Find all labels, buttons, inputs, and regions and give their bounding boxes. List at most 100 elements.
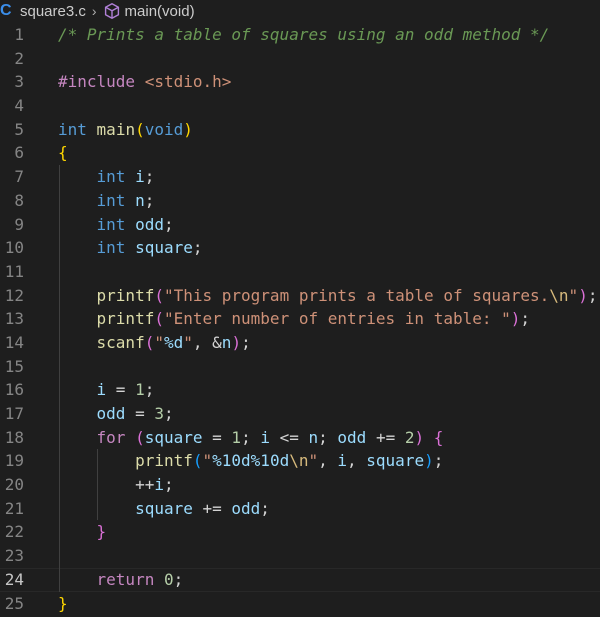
code-text: #include <stdio.h> (58, 70, 231, 94)
code-token: ; (520, 309, 531, 329)
breadcrumb-symbol[interactable]: main(void) (125, 3, 195, 20)
code-token: ) (183, 119, 193, 139)
code-token: ( (144, 332, 155, 352)
code-line[interactable]: 19 printf("%10d%10d\n", i, square); (0, 449, 600, 474)
code-token: i (260, 427, 270, 447)
code-token: i (96, 380, 107, 400)
breadcrumb-file[interactable]: square3.c (20, 3, 86, 20)
code-token: ( (154, 285, 164, 305)
code-line[interactable]: 18 for (square = 1; i <= n; odd += 2) { (0, 425, 600, 450)
line-number: 8 (14, 190, 24, 210)
code-text: i = 1; (58, 378, 155, 402)
line-number: 12 (4, 285, 24, 305)
code-line[interactable]: 17 odd = 3; (0, 402, 600, 426)
code-token: square (135, 498, 193, 518)
code-token: ) (231, 332, 242, 352)
cube-icon (103, 2, 121, 20)
code-token: = (106, 380, 136, 400)
code-line[interactable]: 11 (0, 259, 600, 284)
code-token: i (154, 475, 164, 495)
code-token: <stdio.h> (144, 72, 232, 92)
line-number: 1 (14, 25, 24, 44)
code-text: int i; (58, 165, 155, 189)
code-token: ; (241, 332, 251, 352)
code-line[interactable]: 8 int n; (0, 188, 600, 213)
code-text: { (58, 141, 68, 165)
code-token: & (212, 332, 222, 352)
code-token: return (96, 569, 155, 589)
code-token: = (202, 427, 232, 447)
code-token: <= (269, 427, 309, 447)
code-token: " (568, 285, 579, 305)
code-text: int odd; (58, 213, 174, 237)
line-number: 24 (4, 569, 24, 589)
code-line[interactable]: 14 scanf("%d", &n); (0, 330, 600, 355)
code-token: 1 (135, 380, 145, 400)
code-token: printf (96, 285, 155, 305)
code-token: n (308, 427, 319, 447)
code-line[interactable]: 9 int odd; (0, 212, 600, 237)
code-token: n (135, 190, 145, 210)
code-token: \n (549, 285, 569, 305)
code-line[interactable]: 20 ++i; (0, 473, 600, 497)
code-token: { (433, 427, 444, 447)
code-line[interactable]: 6{ (0, 141, 600, 165)
code-line[interactable]: 3 #include <stdio.h> (0, 70, 600, 94)
code-line[interactable]: 7 int i; (0, 165, 600, 189)
code-token: void (144, 119, 184, 139)
code-token: { (58, 143, 68, 163)
code-text: return 0; (58, 568, 184, 592)
code-line[interactable]: 24 return 0; (0, 567, 600, 592)
code-token: , (192, 332, 213, 352)
line-number: 20 (4, 475, 24, 495)
code-token: ; (260, 498, 270, 518)
code-line[interactable]: 21 square += odd; (0, 496, 600, 521)
code-token: ; (163, 214, 174, 234)
code-line[interactable]: 16 i = 1; (0, 378, 600, 402)
code-token: int (96, 190, 126, 210)
c-language-icon: C (0, 2, 12, 19)
code-token: odd (337, 427, 367, 447)
code-text: } (58, 520, 107, 544)
code-line[interactable]: 25} (0, 592, 600, 616)
code-text: int n; (58, 189, 155, 213)
code-token: ; (433, 451, 444, 471)
code-token: ( (192, 451, 203, 471)
line-number: 11 (4, 261, 24, 281)
code-line[interactable]: 4 (0, 94, 600, 118)
code-token: , (347, 451, 367, 471)
code-text: for (square = 1; i <= n; odd += 2) { (58, 426, 444, 450)
code-editor[interactable]: 1 /* Prints a table of squares using an o… (0, 23, 600, 615)
code-line[interactable]: 15 (0, 354, 600, 379)
code-line[interactable]: 13 printf("Enter number of entries in ta… (0, 307, 600, 331)
code-text: scanf("%d", &n); (58, 331, 251, 355)
code-line[interactable]: 2 (0, 47, 600, 71)
code-token: i (135, 167, 145, 187)
line-number: 9 (14, 214, 24, 234)
code-token: ; (144, 167, 155, 187)
breadcrumb: C square3.c › main(void) (0, 0, 600, 22)
code-token: ( (154, 309, 164, 329)
code-line[interactable]: 5 int main(void) (0, 118, 600, 142)
code-token: 0 (163, 569, 174, 589)
line-number: 25 (4, 593, 24, 613)
code-line[interactable]: 10 int square; (0, 236, 600, 260)
code-line[interactable]: 23 (0, 544, 600, 568)
line-number: 14 (4, 332, 24, 352)
code-line[interactable]: 1 /* Prints a table of squares using an o… (0, 23, 600, 47)
code-line[interactable]: 22 } (0, 520, 600, 545)
code-token: += (192, 498, 232, 518)
code-line[interactable]: 12 printf("This program prints a table o… (0, 283, 600, 308)
code-token: ) (578, 285, 588, 305)
code-token: ; (587, 285, 598, 305)
code-token: ; (192, 238, 203, 258)
